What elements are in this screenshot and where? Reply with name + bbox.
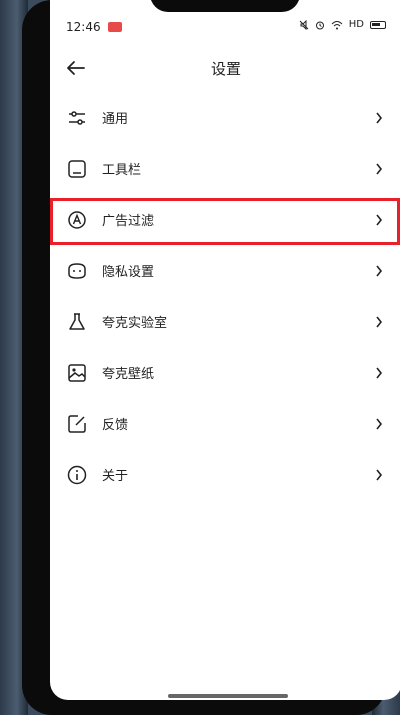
status-time: 12:46 bbox=[66, 20, 101, 34]
settings-item-label: 反馈 bbox=[102, 418, 129, 433]
chevron-right-icon bbox=[376, 214, 383, 225]
chevron-right-icon bbox=[376, 418, 383, 429]
wifi-icon bbox=[331, 20, 343, 29]
chevron-right-icon bbox=[376, 469, 383, 480]
settings-item-label: 夸克实验室 bbox=[102, 316, 168, 331]
camera-notch bbox=[150, 0, 300, 12]
settings-item-label: 隐私设置 bbox=[102, 265, 155, 280]
settings-item-wallpaper[interactable]: 夸克壁纸 bbox=[50, 347, 400, 398]
chevron-right-icon bbox=[376, 112, 383, 123]
settings-item-privacy[interactable]: 隐私设置 bbox=[50, 245, 400, 296]
image-icon bbox=[68, 363, 86, 382]
settings-item-ad-filter[interactable]: 广告过滤 bbox=[50, 194, 400, 245]
status-icons: HD bbox=[299, 19, 386, 30]
settings-item-label: 夸克壁纸 bbox=[102, 367, 155, 382]
settings-list: 通用 工具栏 广告过滤 隐私设置 夸克实验室 夸克壁纸 反馈 关于 bbox=[50, 92, 400, 500]
settings-item-label: 工具栏 bbox=[102, 163, 142, 178]
chevron-right-icon bbox=[376, 265, 383, 276]
phone-frame: 12:46 HD 设置 通用 工具栏 广告过滤 隐私设置 夸克实验室 夸克壁纸 … bbox=[22, 0, 400, 715]
chevron-right-icon bbox=[376, 163, 383, 174]
privacy-mask-icon bbox=[68, 262, 86, 279]
chevron-right-icon bbox=[376, 316, 383, 327]
home-indicator[interactable] bbox=[168, 694, 288, 698]
info-icon bbox=[67, 465, 87, 484]
status-bar: 12:46 HD bbox=[50, 18, 400, 40]
flask-icon bbox=[69, 312, 85, 330]
battery-icon bbox=[370, 20, 386, 29]
settings-item-label: 关于 bbox=[102, 469, 129, 484]
notification-app-icon bbox=[108, 22, 122, 32]
chevron-right-icon bbox=[376, 367, 383, 378]
mute-icon bbox=[299, 19, 309, 30]
network-type: HD bbox=[348, 19, 364, 30]
screen: 12:46 HD 设置 通用 工具栏 广告过滤 隐私设置 夸克实验室 夸克壁纸 … bbox=[50, 0, 400, 700]
settings-item-general[interactable]: 通用 bbox=[50, 92, 400, 143]
settings-item-lab[interactable]: 夸克实验室 bbox=[50, 296, 400, 347]
toolbar-icon bbox=[68, 159, 86, 178]
settings-item-label: 通用 bbox=[102, 112, 129, 127]
ad-filter-icon bbox=[68, 210, 86, 229]
alarm-icon bbox=[315, 21, 324, 29]
page-title: 设置 bbox=[210, 60, 241, 78]
settings-item-feedback[interactable]: 反馈 bbox=[50, 398, 400, 449]
settings-item-toolbar[interactable]: 工具栏 bbox=[50, 143, 400, 194]
edit-icon bbox=[68, 414, 86, 433]
settings-item-label: 广告过滤 bbox=[102, 214, 155, 229]
sliders-icon bbox=[69, 110, 85, 125]
settings-item-about[interactable]: 关于 bbox=[50, 449, 400, 500]
nav-bar: 设置 bbox=[50, 48, 400, 88]
